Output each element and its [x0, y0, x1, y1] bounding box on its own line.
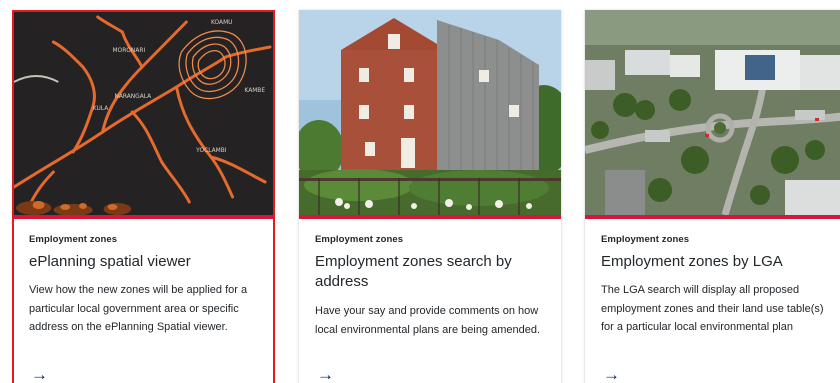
map-label: MORONARI	[112, 47, 145, 54]
card-image-heritage-building	[299, 10, 561, 215]
map-label: KOAMU	[211, 19, 233, 26]
card-title[interactable]: Employment zones search by address	[315, 252, 545, 292]
card-body: Employment zones Employment zones by LGA…	[585, 219, 840, 337]
map-label: YOCLAMBI	[195, 147, 227, 154]
aerial-industrial-photo	[585, 10, 840, 215]
arrow-right-icon[interactable]: →	[317, 366, 334, 383]
map-label: KULA	[93, 105, 109, 112]
arrow-right-icon[interactable]: →	[31, 366, 48, 383]
card-grid: KOAMU MORONARI KULA NARANGALA KAMBE YOCL…	[0, 0, 840, 383]
card-employment-zones-search-by-address[interactable]: Employment zones Employment zones search…	[299, 10, 561, 383]
card-title[interactable]: ePlanning spatial viewer	[29, 252, 257, 272]
map-label: NARANGALA	[114, 93, 152, 100]
map-label: KAMBE	[244, 87, 265, 94]
card-eyebrow: Employment zones	[315, 234, 404, 245]
card-image-map-artwork: KOAMU MORONARI KULA NARANGALA KAMBE YOCL…	[14, 12, 273, 215]
card-body: Employment zones Employment zones search…	[299, 219, 561, 339]
card-employment-zones-by-lga[interactable]: Employment zones Employment zones by LGA…	[585, 10, 840, 383]
card-description: Have your say and provide comments on ho…	[315, 305, 541, 336]
card-eyebrow: Employment zones	[29, 234, 118, 245]
card-description: The LGA search will display all proposed…	[601, 284, 824, 333]
card-title[interactable]: Employment zones by LGA	[601, 252, 831, 272]
card-image-aerial-industrial	[585, 10, 840, 215]
arrow-right-icon[interactable]: →	[603, 366, 620, 383]
river-map-artwork: KOAMU MORONARI KULA NARANGALA KAMBE YOCL…	[14, 12, 273, 215]
card-body: Employment zones ePlanning spatial viewe…	[14, 219, 273, 337]
card-eplanning-spatial-viewer[interactable]: KOAMU MORONARI KULA NARANGALA KAMBE YOCL…	[12, 10, 275, 383]
card-eyebrow: Employment zones	[601, 234, 690, 245]
card-description: View how the new zones will be applied f…	[29, 284, 248, 333]
heritage-building-photo	[299, 10, 561, 215]
